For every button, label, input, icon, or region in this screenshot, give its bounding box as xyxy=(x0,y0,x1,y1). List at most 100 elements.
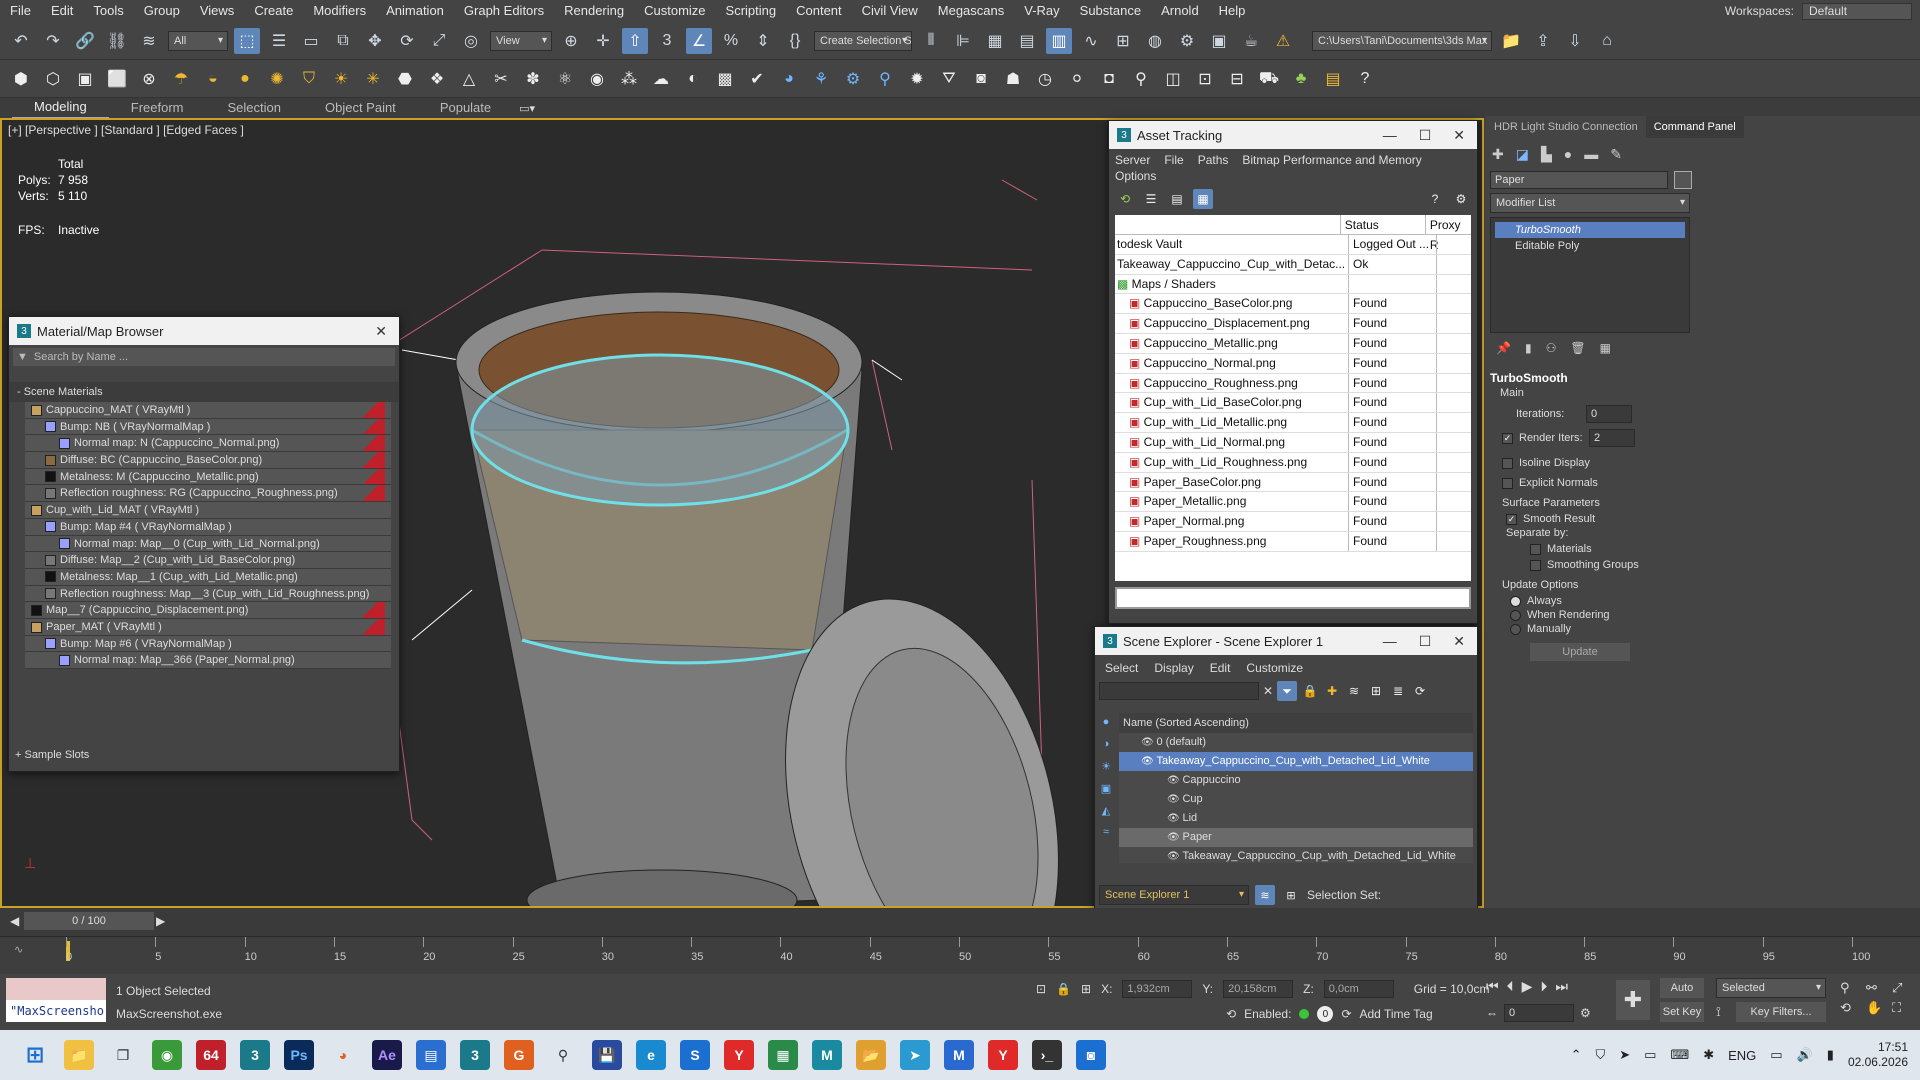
maximize-viewport-icon[interactable]: ⛶ xyxy=(1892,1000,1914,1016)
scene-explorer-titlebar[interactable]: 3 Scene Explorer - Scene Explorer 1 — ☐ ✕ xyxy=(1095,627,1477,655)
explorer-menu-select[interactable]: Select xyxy=(1105,661,1138,675)
keyboard-shortcut-icon[interactable]: ⇧ xyxy=(622,27,648,54)
tool-i-icon[interactable]: ⚪ xyxy=(1064,66,1090,92)
vray-plane-icon[interactable]: △ xyxy=(456,66,482,92)
material-browser-titlebar[interactable]: 3 Material/Map Browser ✕ xyxy=(9,317,399,345)
window-crossing-icon[interactable]: ⧉ xyxy=(330,28,356,54)
menu-edit[interactable]: Edit xyxy=(41,0,83,22)
help-icon[interactable]: ? xyxy=(1352,66,1378,92)
current-frame-field[interactable]: 0 xyxy=(1504,1004,1574,1022)
clock[interactable]: 17:51 02.06.2026 xyxy=(1848,1040,1908,1070)
lock-icon[interactable]: 🔒 xyxy=(1301,681,1319,701)
smooth-result-checkbox[interactable]: ✓ xyxy=(1506,513,1517,525)
material-editor-icon[interactable]: ◍ xyxy=(1142,28,1168,54)
asset-row[interactable]: ▣ Cappuccino_Normal.png Found xyxy=(1115,353,1471,374)
show-end-result-icon[interactable]: ▮ xyxy=(1525,341,1532,355)
maximize-icon[interactable]: ☐ xyxy=(1419,633,1432,650)
tool-e-icon[interactable]: ⛛ xyxy=(936,66,962,92)
material-item[interactable]: Normal map: Map__0 (Cup_with_Lid_Normal.… xyxy=(25,536,391,553)
maxscript-mini-listener[interactable] xyxy=(6,978,106,1000)
edit-named-sets-icon[interactable]: {} xyxy=(782,28,808,54)
close-icon[interactable]: ✕ xyxy=(375,323,387,340)
asset-row[interactable]: ▣ Paper_Roughness.png Found xyxy=(1115,531,1471,552)
asset-row[interactable]: todesk Vault Logged Out ... xyxy=(1115,235,1471,255)
enabled-indicator[interactable] xyxy=(1299,1009,1310,1019)
asset-row[interactable]: ▣ Cup_with_Lid_BaseColor.png Found xyxy=(1115,393,1471,414)
edge-icon[interactable]: e xyxy=(636,1040,666,1070)
next-frame-icon[interactable]: ▶ xyxy=(156,914,165,928)
explorer-menu-customize[interactable]: Customize xyxy=(1246,661,1303,675)
configure-sets-icon[interactable]: ▦ xyxy=(1600,341,1611,355)
tray-telegram-icon[interactable]: ➤ xyxy=(1619,1047,1630,1063)
auto-key-button[interactable]: Auto Key xyxy=(1660,978,1704,1014)
ribbon-tab-freeform[interactable]: Freeform xyxy=(109,98,206,118)
tab-command-panel[interactable]: Command Panel xyxy=(1645,116,1744,138)
vray-clipper-icon[interactable]: ✂ xyxy=(488,66,514,92)
app-64-icon[interactable]: 64 xyxy=(196,1040,226,1070)
material-item[interactable]: Cappuccino_MAT ( VRayMtl ) xyxy=(25,402,391,419)
vray-sky-icon[interactable]: ✳ xyxy=(360,66,386,92)
adaptive-icon[interactable]: ⟲ xyxy=(1226,1007,1236,1021)
save-app-icon[interactable]: 💾 xyxy=(592,1040,622,1070)
align-icon[interactable]: ⊫ xyxy=(950,28,976,54)
notes-icon[interactable]: ▤ xyxy=(416,1040,446,1070)
select-by-name-icon[interactable]: ☰ xyxy=(266,28,292,54)
selection-set-icon[interactable]: ⊞ xyxy=(1281,885,1301,905)
link-icon[interactable]: 🔗 xyxy=(72,28,98,54)
place-icon[interactable]: ◎ xyxy=(458,28,484,54)
minimize-icon[interactable]: — xyxy=(1383,127,1397,144)
render-setup-icon[interactable]: ⚙ xyxy=(1174,28,1200,54)
modifier-turbosmooth[interactable]: TurboSmooth xyxy=(1495,222,1685,238)
asset-path-field[interactable] xyxy=(1115,587,1471,609)
key-filters-button[interactable]: Key Filters... xyxy=(1736,1002,1826,1022)
tool-g-icon[interactable]: ☗ xyxy=(1000,66,1026,92)
app-m-icon[interactable]: M xyxy=(812,1040,842,1070)
display-geometry-icon[interactable]: ● xyxy=(1097,713,1115,731)
menu-scripting[interactable]: Scripting xyxy=(716,0,787,22)
play-icon[interactable]: ▶ xyxy=(1522,978,1533,995)
angle-snap-icon[interactable]: ∠ xyxy=(686,27,712,54)
search-app-icon[interactable]: ⚲ xyxy=(548,1040,578,1070)
material-item[interactable]: Metalness: M (Cappuccino_Metallic.png) xyxy=(25,468,391,486)
scene-search-field[interactable] xyxy=(1099,682,1259,700)
add-time-tag[interactable]: Add Time Tag xyxy=(1360,1007,1433,1021)
asset-menu-file[interactable]: File xyxy=(1164,153,1183,167)
workspaces-dropdown[interactable]: Default xyxy=(1802,2,1912,20)
redo-icon[interactable]: ↷ xyxy=(40,28,66,54)
tree-view-icon[interactable]: ▤ xyxy=(1167,189,1187,209)
material-item[interactable]: Bump: Map #6 ( VRayNormalMap ) xyxy=(25,636,391,653)
unlink-icon[interactable]: ⛓ xyxy=(104,28,130,54)
close-icon[interactable]: ✕ xyxy=(1453,127,1465,144)
status-column-header[interactable]: Status xyxy=(1341,215,1426,234)
select-rotate-icon[interactable]: ⟳ xyxy=(394,28,420,54)
bind-spacewarp-icon[interactable]: ≋ xyxy=(136,28,162,54)
after-effects-icon[interactable]: Ae xyxy=(372,1040,402,1070)
list-view-icon[interactable]: ☰ xyxy=(1141,189,1161,209)
scene-object-row[interactable]: 👁 0 (default) xyxy=(1119,733,1473,752)
asset-tracking-titlebar[interactable]: 3 Asset Tracking — ☐ ✕ xyxy=(1109,121,1477,149)
tool-l-icon[interactable]: ◫ xyxy=(1160,66,1186,92)
sort-icon[interactable]: ≣ xyxy=(1389,681,1407,701)
tool-b-icon[interactable]: ⚙ xyxy=(840,66,866,92)
menu-graph-editors[interactable]: Graph Editors xyxy=(454,0,554,22)
tray-app-icon[interactable]: ⛉ xyxy=(1595,1047,1605,1063)
select-scale-icon[interactable]: ⤢ xyxy=(426,28,452,54)
manually-radio[interactable] xyxy=(1510,623,1521,635)
add-layer-icon[interactable]: ✚ xyxy=(1323,681,1341,701)
menu-arnold[interactable]: Arnold xyxy=(1151,0,1209,22)
camera-app-icon[interactable]: ◙ xyxy=(1076,1040,1106,1070)
asset-menu-bitmap-performance-and-memory[interactable]: Bitmap Performance and Memory xyxy=(1242,153,1421,167)
hierarchy-icon[interactable]: ⊞ xyxy=(1367,681,1385,701)
photoshop-icon[interactable]: Ps xyxy=(284,1040,314,1070)
key-filter-icon[interactable]: ⟟ xyxy=(1716,1004,1721,1020)
orbit-icon[interactable]: ⟲ xyxy=(1840,1000,1862,1016)
menu-v-ray[interactable]: V-Ray xyxy=(1014,0,1069,22)
remove-modifier-icon[interactable]: 🗑 xyxy=(1570,341,1585,355)
help-icon[interactable]: ? xyxy=(1425,189,1445,209)
always-radio[interactable] xyxy=(1510,595,1521,607)
3dsmax-icon[interactable]: 3 xyxy=(240,1040,270,1070)
render-iters-spinner[interactable]: 2 xyxy=(1589,429,1635,447)
scene-explorer-icon[interactable]: ▦ xyxy=(982,28,1008,54)
vray-cloud-icon[interactable]: ☁ xyxy=(648,66,674,92)
menu-customize[interactable]: Customize xyxy=(634,0,715,22)
